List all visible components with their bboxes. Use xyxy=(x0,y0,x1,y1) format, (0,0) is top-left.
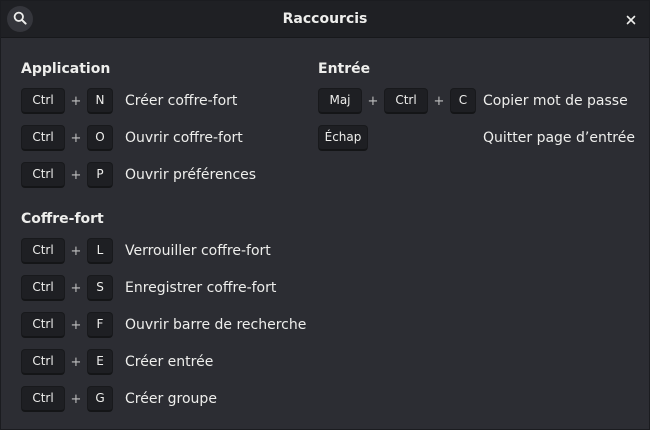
shortcut-description: Verrouiller coffre-fort xyxy=(125,243,271,259)
close-icon xyxy=(626,10,636,29)
key-cap: Ctrl xyxy=(21,312,65,338)
key-cap: Ctrl xyxy=(384,88,428,114)
key-cap: Ctrl xyxy=(21,238,65,264)
key-combo: Ctrl + G xyxy=(21,386,113,412)
key-combo: Ctrl + O xyxy=(21,125,113,151)
shortcut-row: Ctrl + O Ouvrir coffre-fort xyxy=(21,124,306,152)
shortcut-row: Maj + Ctrl + C Copier mot de passe xyxy=(318,87,638,115)
shortcut-row: Ctrl + L Verrouiller coffre-fort xyxy=(21,237,306,265)
shortcut-description: Ouvrir préférences xyxy=(125,167,257,183)
plus-separator: + xyxy=(70,280,82,296)
shortcut-description: Créer coffre-fort xyxy=(125,93,238,109)
section-entry: Entrée Maj + Ctrl + C Copier mot de pass… xyxy=(318,59,638,152)
shortcuts-column-right: Entrée Maj + Ctrl + C Copier mot de pass… xyxy=(318,53,638,161)
shortcut-description: Ouvrir coffre-fort xyxy=(125,130,243,146)
key-cap: Maj xyxy=(318,88,362,114)
shortcuts-column-left: Application Ctrl + N Créer coffre-fort C… xyxy=(21,53,306,422)
plus-separator: + xyxy=(367,93,379,109)
section-title: Coffre-fort xyxy=(21,211,104,227)
section-title: Entrée xyxy=(318,61,371,77)
shortcuts-window: Raccourcis Application Ctrl + N Créer co… xyxy=(0,0,650,430)
key-cap: S xyxy=(87,275,113,301)
close-button[interactable] xyxy=(621,9,641,29)
key-combo: Ctrl + P xyxy=(21,162,113,188)
key-combo: Ctrl + F xyxy=(21,312,113,338)
key-cap: Échap xyxy=(318,125,368,151)
shortcut-row: Ctrl + S Enregistrer coffre-fort xyxy=(21,274,306,302)
shortcut-description: Créer entrée xyxy=(125,354,214,370)
plus-separator: + xyxy=(70,354,82,370)
key-cap: Ctrl xyxy=(21,275,65,301)
shortcut-row: Ctrl + E Créer entrée xyxy=(21,348,306,376)
key-combo: Ctrl + N xyxy=(21,88,113,114)
shortcut-row: Ctrl + G Créer groupe xyxy=(21,385,306,413)
shortcut-row: Échap Quitter page d’entrée xyxy=(318,124,638,152)
section-title: Application xyxy=(21,61,111,77)
key-combo: Échap xyxy=(318,125,368,151)
window-title: Raccourcis xyxy=(282,11,368,27)
key-cap: F xyxy=(87,312,113,338)
key-cap: Ctrl xyxy=(21,88,65,114)
shortcut-description: Ouvrir barre de recherche xyxy=(125,317,307,333)
key-cap: E xyxy=(87,349,113,375)
key-cap: Ctrl xyxy=(21,349,65,375)
key-combo: Ctrl + E xyxy=(21,349,113,375)
plus-separator: + xyxy=(70,243,82,259)
key-combo: Maj + Ctrl + C xyxy=(318,88,476,114)
key-combo: Ctrl + S xyxy=(21,275,113,301)
key-combo: Ctrl + L xyxy=(21,238,113,264)
shortcut-row: Ctrl + F Ouvrir barre de recherche xyxy=(21,311,306,339)
key-cap: L xyxy=(87,238,113,264)
key-cap: C xyxy=(450,88,476,114)
headerbar: Raccourcis xyxy=(1,1,649,38)
key-cap: Ctrl xyxy=(21,386,65,412)
key-cap: G xyxy=(87,386,113,412)
plus-separator: + xyxy=(70,317,82,333)
shortcut-description: Quitter page d’entrée xyxy=(483,130,635,146)
key-cap: Ctrl xyxy=(21,125,65,151)
plus-separator: + xyxy=(70,130,82,146)
plus-separator: + xyxy=(433,93,445,109)
section-vault: Coffre-fort Ctrl + L Verrouiller coffre-… xyxy=(21,209,306,413)
section-application: Application Ctrl + N Créer coffre-fort C… xyxy=(21,59,306,189)
plus-separator: + xyxy=(70,93,82,109)
key-cap: O xyxy=(87,125,113,151)
key-cap: P xyxy=(87,162,113,188)
plus-separator: + xyxy=(70,167,82,183)
key-cap: N xyxy=(87,88,113,114)
shortcut-description: Créer groupe xyxy=(125,391,217,407)
key-cap: Ctrl xyxy=(21,162,65,188)
shortcut-description: Copier mot de passe xyxy=(483,93,628,109)
shortcut-description: Enregistrer coffre-fort xyxy=(125,280,277,296)
shortcut-row: Ctrl + N Créer coffre-fort xyxy=(21,87,306,115)
shortcut-row: Ctrl + P Ouvrir préférences xyxy=(21,161,306,189)
plus-separator: + xyxy=(70,391,82,407)
